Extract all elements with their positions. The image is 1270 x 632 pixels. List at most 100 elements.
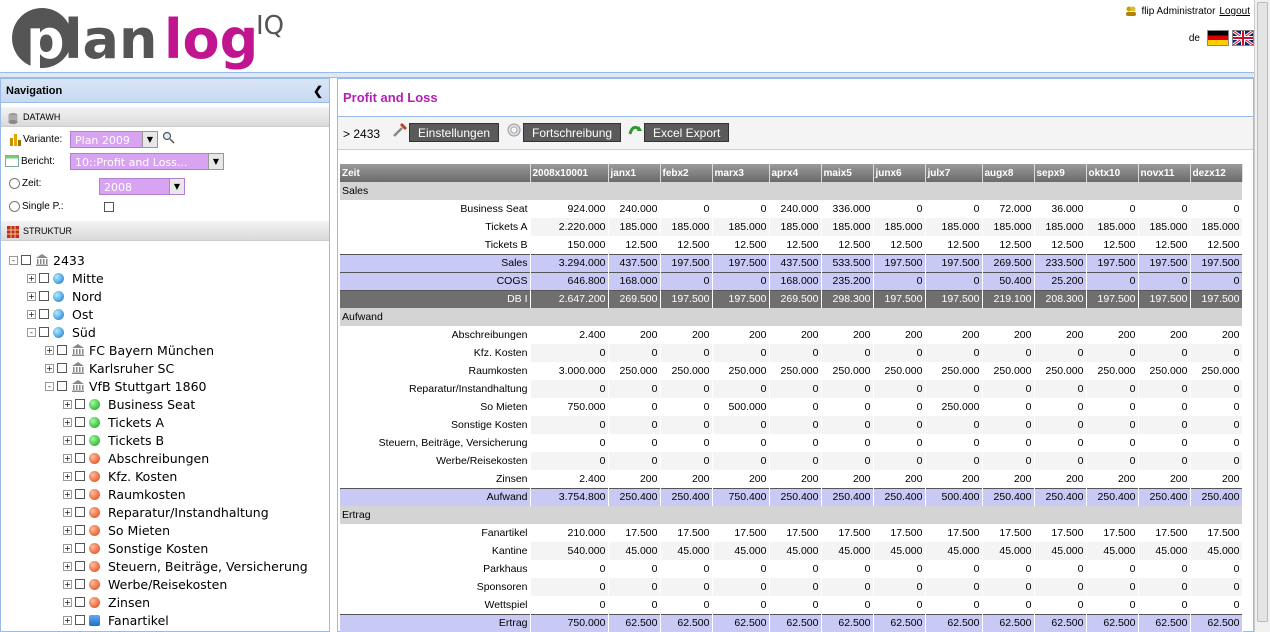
- tree-checkbox[interactable]: [75, 453, 85, 463]
- column-header[interactable]: oktx10: [1086, 164, 1139, 182]
- table-cell[interactable]: 0: [712, 380, 770, 398]
- column-header[interactable]: janx1: [608, 164, 661, 182]
- table-cell[interactable]: 200: [1190, 326, 1243, 344]
- table-cell[interactable]: 0: [608, 434, 661, 452]
- tree-checkbox[interactable]: [75, 507, 85, 517]
- table-cell[interactable]: 0: [925, 596, 983, 614]
- table-cell[interactable]: 45.000: [1138, 542, 1191, 560]
- table-cell[interactable]: 250.000: [1138, 362, 1191, 380]
- table-cell[interactable]: 17.500: [1086, 524, 1139, 542]
- table-cell[interactable]: 250.400: [873, 487, 926, 506]
- table-cell[interactable]: 0: [769, 560, 822, 578]
- table-cell[interactable]: 250.000: [925, 362, 983, 380]
- table-cell[interactable]: 17.500: [925, 524, 983, 542]
- table-cell[interactable]: 0: [712, 434, 770, 452]
- tree-checkbox[interactable]: [57, 363, 67, 373]
- table-cell[interactable]: 62.500: [1138, 613, 1191, 632]
- table-cell[interactable]: 0: [1086, 560, 1139, 578]
- table-cell[interactable]: 45.000: [660, 542, 713, 560]
- table-cell[interactable]: 250.400: [608, 487, 661, 506]
- table-cell[interactable]: 197.500: [712, 289, 770, 308]
- table-cell[interactable]: 200: [769, 470, 822, 488]
- column-header[interactable]: marx3: [712, 164, 770, 182]
- excel-export-button[interactable]: Excel Export: [644, 123, 730, 142]
- table-cell[interactable]: 0: [1034, 398, 1087, 416]
- table-cell[interactable]: 17.500: [982, 524, 1035, 542]
- tree-node[interactable]: + So Mieten: [5, 521, 327, 539]
- table-cell[interactable]: 0: [982, 416, 1035, 434]
- table-cell[interactable]: 12.500: [1138, 236, 1191, 254]
- tree-checkbox[interactable]: [75, 579, 85, 589]
- table-cell[interactable]: 185.000: [1138, 218, 1191, 236]
- table-cell[interactable]: 0: [982, 596, 1035, 614]
- table-cell[interactable]: 12.500: [1086, 236, 1139, 254]
- tree-checkbox[interactable]: [39, 291, 49, 301]
- table-cell[interactable]: 250.400: [1138, 487, 1191, 506]
- table-cell[interactable]: 0: [925, 271, 983, 290]
- tree-node[interactable]: + FC Bayern München: [5, 341, 327, 359]
- table-cell[interactable]: 235.200: [821, 271, 874, 290]
- table-cell[interactable]: 12.500: [821, 236, 874, 254]
- table-cell[interactable]: 0: [821, 434, 874, 452]
- table-cell[interactable]: 0: [660, 200, 713, 218]
- table-cell[interactable]: 12.500: [712, 236, 770, 254]
- table-cell[interactable]: 0: [530, 416, 609, 434]
- fortschreibung-button[interactable]: Fortschreibung: [523, 123, 622, 142]
- table-cell[interactable]: 200: [925, 470, 983, 488]
- table-cell[interactable]: 0: [660, 380, 713, 398]
- table-cell[interactable]: 0: [1190, 200, 1243, 218]
- column-header[interactable]: julx7: [925, 164, 983, 182]
- table-cell[interactable]: 62.500: [821, 613, 874, 632]
- table-cell[interactable]: 2.400: [530, 470, 609, 488]
- tree-checkbox[interactable]: [39, 273, 49, 283]
- table-cell[interactable]: 437.500: [769, 253, 822, 272]
- table-cell[interactable]: 0: [1138, 344, 1191, 362]
- table-cell[interactable]: 298.300: [821, 289, 874, 308]
- table-cell[interactable]: 0: [608, 560, 661, 578]
- table-cell[interactable]: 0: [925, 200, 983, 218]
- table-cell[interactable]: 0: [530, 596, 609, 614]
- tree-node[interactable]: - 2433: [5, 251, 327, 269]
- table-cell[interactable]: 0: [769, 578, 822, 596]
- table-cell[interactable]: 0: [925, 380, 983, 398]
- table-cell[interactable]: 17.500: [1190, 524, 1243, 542]
- table-cell[interactable]: 17.500: [660, 524, 713, 542]
- table-cell[interactable]: 17.500: [712, 524, 770, 542]
- table-cell[interactable]: 250.400: [982, 487, 1035, 506]
- search-icon[interactable]: [162, 131, 175, 144]
- column-header[interactable]: novx11: [1138, 164, 1191, 182]
- table-cell[interactable]: 168.000: [608, 271, 661, 290]
- tree-node[interactable]: + Steuern, Beiträge, Versicherung: [5, 557, 327, 575]
- table-cell[interactable]: 2.647.200: [530, 289, 609, 308]
- table-cell[interactable]: 750.400: [712, 487, 770, 506]
- table-cell[interactable]: 0: [712, 578, 770, 596]
- table-cell[interactable]: 0: [1086, 434, 1139, 452]
- table-cell[interactable]: 0: [712, 596, 770, 614]
- table-cell[interactable]: 197.500: [925, 253, 983, 272]
- table-cell[interactable]: 250.000: [1190, 362, 1243, 380]
- table-cell[interactable]: 0: [660, 560, 713, 578]
- table-cell[interactable]: 250.000: [712, 362, 770, 380]
- table-cell[interactable]: 250.400: [1190, 487, 1243, 506]
- expand-node-icon[interactable]: +: [63, 471, 72, 481]
- page-scrollbar[interactable]: [1254, 0, 1270, 632]
- table-cell[interactable]: 0: [1086, 200, 1139, 218]
- table-cell[interactable]: 0: [1138, 560, 1191, 578]
- table-cell[interactable]: 0: [1190, 452, 1243, 470]
- tree-checkbox[interactable]: [75, 615, 85, 625]
- table-cell[interactable]: 12.500: [873, 236, 926, 254]
- column-header[interactable]: sepx9: [1034, 164, 1087, 182]
- table-cell[interactable]: 0: [873, 452, 926, 470]
- zeit-radio[interactable]: [9, 178, 20, 189]
- tree-node[interactable]: + Karlsruher SC: [5, 359, 327, 377]
- tree-checkbox[interactable]: [75, 399, 85, 409]
- table-cell[interactable]: 540.000: [530, 542, 609, 560]
- table-cell[interactable]: 200: [1034, 470, 1087, 488]
- table-cell[interactable]: 0: [769, 452, 822, 470]
- expand-node-icon[interactable]: +: [63, 399, 72, 409]
- table-cell[interactable]: 62.500: [1086, 613, 1139, 632]
- table-cell[interactable]: 208.300: [1034, 289, 1087, 308]
- table-cell[interactable]: 750.000: [530, 398, 609, 416]
- table-cell[interactable]: 185.000: [769, 218, 822, 236]
- table-cell[interactable]: 185.000: [1086, 218, 1139, 236]
